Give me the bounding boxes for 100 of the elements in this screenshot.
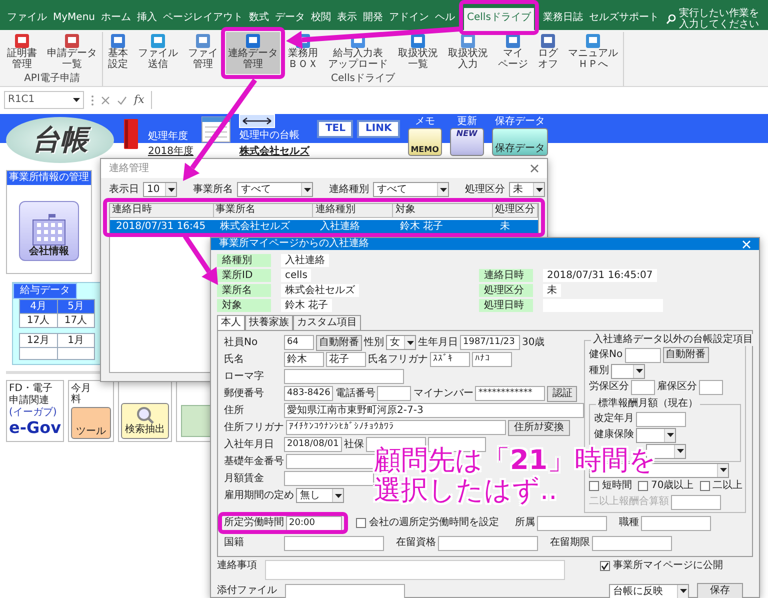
text-field[interactable] [671, 494, 721, 510]
ribbon-tab[interactable]: 表示 [334, 8, 360, 30]
checkbox[interactable] [356, 518, 366, 528]
text-field[interactable] [537, 516, 607, 530]
text-field[interactable]: 愛知県江南市東野町河原2-7-3 [284, 403, 584, 418]
text-field[interactable]: 未 [543, 284, 561, 297]
name-box[interactable]: R1C1 [4, 91, 84, 109]
dropdown[interactable]: 未 [509, 182, 545, 197]
ribbon-button[interactable]: 取扱状況 一覧 [396, 32, 440, 74]
ribbon-tab[interactable]: ページレイアウト [160, 8, 246, 30]
text-field[interactable]: 鈴木 花子 [281, 299, 332, 312]
notes-field[interactable] [265, 560, 565, 580]
text-field[interactable] [624, 348, 661, 362]
ribbon-tab[interactable]: アドイン [386, 8, 432, 30]
form-button[interactable]: 認証 [547, 386, 578, 402]
header-button[interactable]: LINK [357, 120, 400, 138]
text-field[interactable]: 入社連絡 [281, 254, 329, 267]
column-header[interactable]: 処理区分 [493, 204, 538, 218]
tab[interactable]: 扶養家族 [245, 315, 293, 330]
text-field[interactable]: ************ [475, 386, 546, 401]
ribbon-button[interactable]: 証明書 管理 [5, 32, 39, 74]
text-field[interactable]: cells [281, 269, 312, 282]
ribbon-button[interactable]: 申請データ 一覧 [45, 32, 99, 74]
ribbon-button[interactable]: 連絡データ 管理 [226, 32, 280, 74]
insert-function-button[interactable]: fx [134, 93, 144, 107]
ribbon-tab[interactable]: 挿入 [134, 8, 160, 30]
text-field[interactable] [285, 584, 405, 598]
column-header[interactable]: 対象 [393, 204, 493, 218]
dropdown[interactable]: すべて [237, 182, 313, 197]
tool-button[interactable]: NEW [450, 128, 484, 156]
ribbon-tab[interactable]: Cellsドライブ [464, 8, 534, 30]
text-field[interactable]: 2018/08/01 [284, 437, 342, 452]
tool-button[interactable]: MEMO [408, 128, 442, 156]
dropdown[interactable] [636, 428, 676, 442]
ribbon-tab[interactable]: ヘル [432, 8, 458, 30]
ribbon-button[interactable]: ファイル 送信 [136, 32, 180, 74]
company-info-button[interactable]: 会社情報 [19, 201, 79, 261]
tab[interactable]: 本人 [217, 315, 245, 330]
text-field[interactable]: 1987/11/23 [460, 335, 520, 350]
search-field[interactable]: 実行したい作業を入力してください [666, 8, 764, 30]
text-field[interactable]: 483-8426 [284, 386, 334, 401]
shortcut-tile[interactable]: 今月 料 ツール [68, 380, 114, 442]
text-field[interactable] [631, 380, 655, 394]
tool-button[interactable]: ツール [71, 407, 112, 439]
ribbon-tab[interactable]: 開発 [360, 8, 386, 30]
ribbon-tab[interactable]: 数式 [246, 8, 272, 30]
checkbox[interactable] [600, 561, 610, 571]
text-field[interactable]: ｽｽﾞｷ [430, 352, 470, 367]
text-field[interactable] [592, 536, 672, 550]
cross-icon[interactable] [101, 96, 110, 104]
ribbon-button[interactable]: ファイ 管理 [186, 32, 220, 74]
text-field[interactable]: 20:00 [286, 516, 342, 530]
tab[interactable]: カスタム項目 [293, 315, 361, 330]
dropdown[interactable] [611, 364, 645, 378]
text-field[interactable]: 2018/07/31 16:45:07 [543, 269, 657, 282]
text-field[interactable]: 鈴木 [284, 352, 324, 367]
text-field[interactable] [438, 536, 538, 550]
text-field[interactable] [286, 454, 376, 469]
dropdown[interactable]: すべて [373, 182, 449, 197]
text-field[interactable] [377, 386, 412, 401]
dropdown[interactable]: 女 [386, 335, 416, 350]
shortcut-tile[interactable]: 検索抽出 [118, 380, 172, 442]
text-field[interactable] [641, 516, 711, 530]
checkbox[interactable] [700, 481, 710, 491]
checkbox[interactable] [589, 481, 599, 491]
form-button[interactable]: 自動附番 [316, 334, 362, 350]
text-field[interactable]: ｱｲﾁｹﾝｺｳﾅﾝｼﾋｶﾞｼﾉﾁｮｳｶﾜﾗ [286, 420, 506, 435]
checkmark-icon[interactable] [117, 96, 127, 104]
ribbon-button[interactable]: マニュアル ＨＰへ [566, 32, 620, 74]
text-field[interactable] [636, 412, 686, 426]
text-field[interactable]: ﾊﾅｺ [472, 352, 512, 367]
form-button[interactable]: 自動附番 [662, 347, 709, 363]
checkbox[interactable] [638, 481, 648, 491]
text-field[interactable] [284, 471, 374, 486]
ribbon-tab[interactable]: MyMenu [50, 8, 98, 30]
column-header[interactable]: 連絡種別 [313, 204, 394, 218]
form-button[interactable]: 住所ｶﾅ変換 [508, 420, 570, 436]
ribbon-button[interactable]: 基本 設定 [106, 32, 130, 74]
ribbon-tab[interactable]: 校閲 [308, 8, 334, 30]
ribbon-tab[interactable]: 業務日誌 [540, 8, 586, 30]
column-header[interactable]: 連絡日時 [110, 204, 214, 218]
column-header[interactable]: 事業所名 [214, 204, 314, 218]
ribbon-button[interactable]: マイ ページ [496, 32, 530, 74]
text-field[interactable]: 株式会社セルズ [281, 284, 359, 297]
tool-button[interactable]: 保存データ [492, 128, 548, 156]
shortcut-tile[interactable]: FD・電子申請関連 (イーガブ) e-Gov [6, 380, 64, 442]
text-field[interactable] [699, 380, 723, 394]
ribbon-button[interactable]: 給与入力表 アップロード [326, 32, 390, 74]
header-button[interactable]: TEL [317, 120, 354, 138]
dropdown[interactable]: 台帳に反映 [609, 584, 689, 598]
dropdown[interactable]: 10 [143, 182, 177, 197]
ribbon-tab[interactable]: ホーム [98, 8, 134, 30]
table-row[interactable]: 2018/07/31 16:45 株式会社セルズ 入社連絡 鈴木 花子 未 [110, 220, 538, 234]
ribbon-button[interactable]: ログ オフ [536, 32, 560, 74]
text-field[interactable] [284, 369, 404, 384]
text-field[interactable]: 64 [284, 335, 314, 350]
text-field[interactable]: 花子 [326, 352, 366, 367]
close-icon[interactable] [530, 164, 539, 173]
ribbon-button[interactable]: 取扱状況 入力 [446, 32, 490, 74]
save-button[interactable]: 保存 [697, 583, 743, 598]
